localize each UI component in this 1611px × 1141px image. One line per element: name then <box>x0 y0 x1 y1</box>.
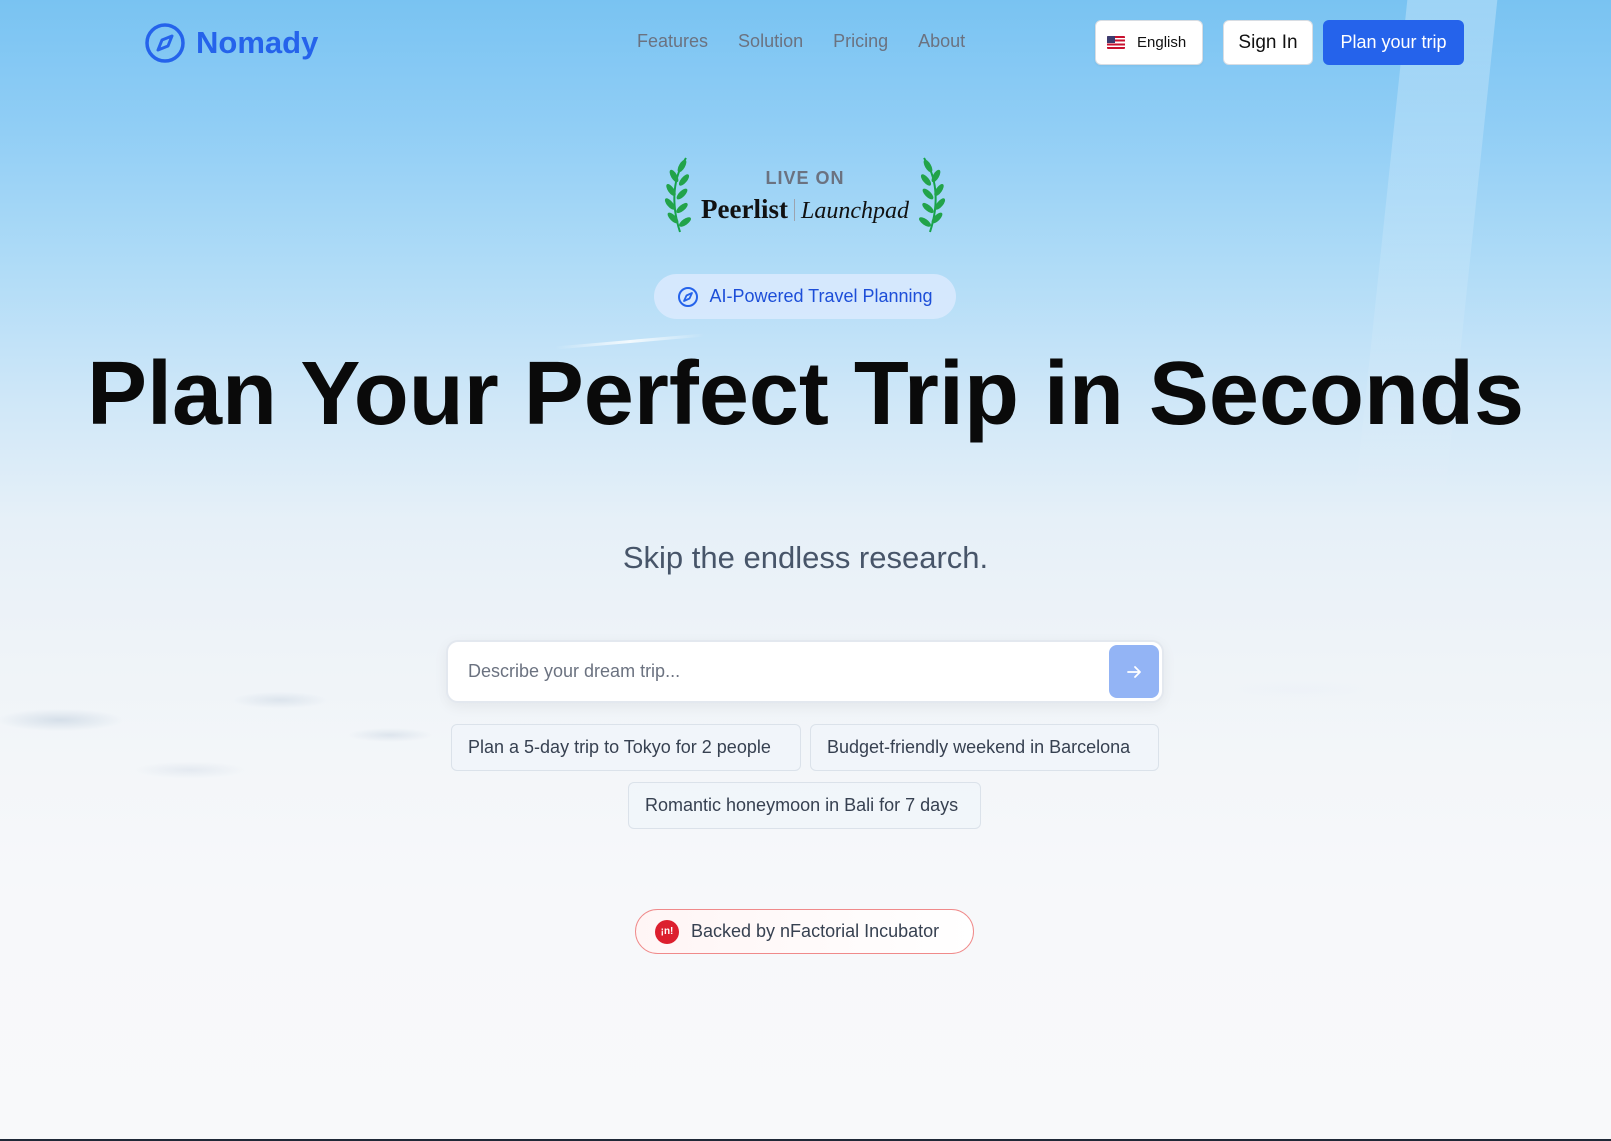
live-on-label: LIVE ON <box>765 168 845 188</box>
compass-icon <box>678 286 699 307</box>
brand-logo[interactable]: Nomady <box>144 22 318 64</box>
nav-features[interactable]: Features <box>637 31 708 52</box>
trip-description-input[interactable] <box>468 642 1088 701</box>
plan-trip-button[interactable]: Plan your trip <box>1323 20 1464 65</box>
nav-about[interactable]: About <box>918 31 965 52</box>
sign-in-button[interactable]: Sign In <box>1223 20 1313 65</box>
suggestion-chip[interactable]: Plan a 5-day trip to Tokyo for 2 people <box>451 724 801 771</box>
us-flag-icon <box>1107 36 1125 49</box>
hero-subtitle: Skip the endless research. <box>622 540 989 575</box>
laurel-right-icon <box>919 157 946 233</box>
trip-search-box <box>446 640 1164 703</box>
language-label: English <box>1137 34 1187 51</box>
ai-powered-pill: AI-Powered Travel Planning <box>654 274 956 319</box>
compass-icon <box>145 23 185 63</box>
suggestion-chip[interactable]: Romantic honeymoon in Bali for 7 days <box>628 782 981 829</box>
language-selector[interactable]: English <box>1095 20 1203 65</box>
ai-pill-label: AI-Powered Travel Planning <box>709 286 933 306</box>
main-nav: Features Solution Pricing About <box>637 31 965 52</box>
nav-pricing[interactable]: Pricing <box>833 31 888 52</box>
backed-label: Backed by nFactorial Incubator <box>691 921 940 941</box>
brand-name: Nomady <box>196 25 319 60</box>
backed-by-badge[interactable]: ¡n! Backed by nFactorial Incubator <box>635 909 974 954</box>
peerlist-launchpad-badge[interactable]: LIVE ON Peerlist Launchpad <box>664 156 946 236</box>
suggestion-chip[interactable]: Budget-friendly weekend in Barcelona <box>810 724 1159 771</box>
nav-solution[interactable]: Solution <box>738 31 803 52</box>
hero-title: Plan Your Perfect Trip in Seconds <box>86 344 1525 444</box>
nfactorial-logo-icon: ¡n! <box>655 919 679 944</box>
arrow-right-icon <box>1127 665 1141 678</box>
peerlist-name: Peerlist <box>701 194 788 224</box>
peerlist-sub: Launchpad <box>800 198 909 224</box>
submit-search-button[interactable] <box>1109 645 1159 698</box>
